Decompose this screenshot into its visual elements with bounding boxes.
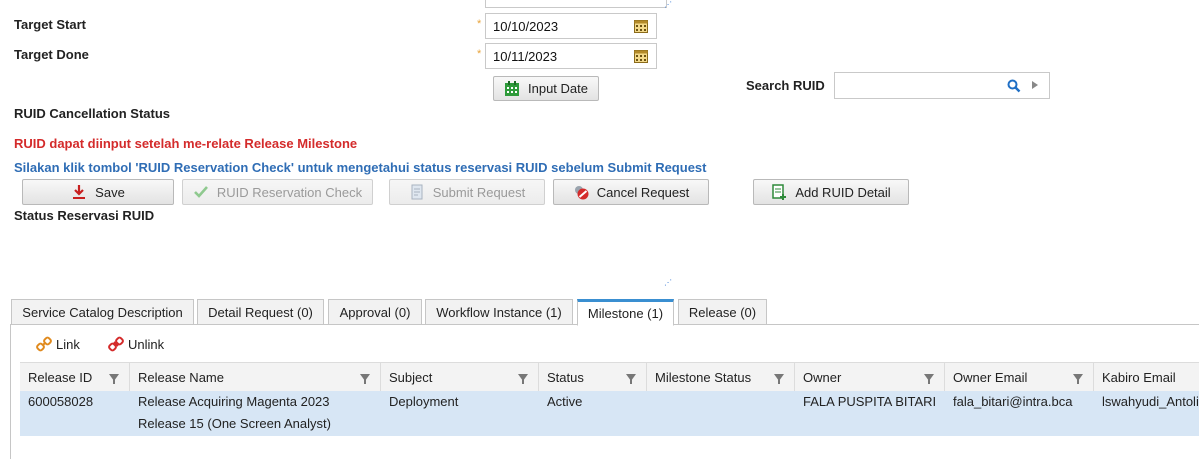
column-header-status[interactable]: Status: [539, 363, 647, 392]
unlink-button[interactable]: Unlink: [108, 336, 164, 352]
filter-icon[interactable]: [774, 374, 784, 384]
link-button[interactable]: Link: [36, 336, 80, 352]
tab-detail-request[interactable]: Detail Request (0): [197, 299, 324, 325]
info-message: Silakan klik tombol 'RUID Reservation Ch…: [14, 160, 707, 175]
calendar-grid-icon: [505, 80, 519, 96]
target-start-value: 10/10/2023: [493, 19, 559, 34]
target-done-label: Target Done: [14, 47, 89, 62]
target-start-field[interactable]: 10/10/2023: [485, 13, 657, 39]
tab-label: Release (0): [688, 304, 757, 320]
column-header-owner[interactable]: Owner: [795, 363, 945, 392]
cell-owner-email: fala_bitari@intra.bca: [953, 394, 1073, 409]
cancel-request-label: Cancel Request: [596, 184, 690, 200]
column-header-release-name[interactable]: Release Name: [130, 363, 381, 392]
column-label: Subject: [389, 370, 433, 385]
tab-label: Milestone (1): [587, 306, 664, 321]
tab-workflow-instance[interactable]: Workflow Instance (1): [425, 299, 573, 325]
ruid-cancellation-status-label: RUID Cancellation Status: [14, 106, 171, 121]
target-done-value: 10/11/2023: [493, 49, 558, 64]
tab-approval[interactable]: Approval (0): [328, 299, 422, 325]
tab-label: Detail Request (0): [208, 304, 313, 320]
column-header-kabiro-email[interactable]: Kabiro Email: [1094, 363, 1199, 392]
grid-header: Release ID Release Name Subject Status M…: [20, 362, 1199, 393]
calendar-icon[interactable]: [634, 49, 648, 63]
column-header-milestone-status[interactable]: Milestone Status: [647, 363, 795, 392]
check-icon: [193, 186, 208, 198]
column-label: Milestone Status: [655, 370, 752, 385]
unlink-icon: [108, 336, 124, 352]
search-ruid-label: Search RUID: [746, 78, 825, 93]
column-label: Owner Email: [953, 370, 1028, 385]
cancel-icon: [574, 186, 589, 200]
resize-grip-icon[interactable]: ⋰: [664, 0, 672, 9]
resize-grip-icon[interactable]: ⋰: [664, 278, 672, 287]
required-mark: *: [477, 48, 482, 60]
tab-label: Workflow Instance (1): [436, 304, 562, 320]
cell-kabiro-email: lswahyudi_Antoli: [1102, 394, 1199, 409]
cancel-request-button[interactable]: Cancel Request: [553, 179, 709, 205]
warning-message: RUID dapat diinput setelah me-relate Rel…: [14, 136, 358, 151]
search-ruid-input[interactable]: [834, 72, 1050, 99]
column-label: Kabiro Email: [1102, 370, 1176, 385]
tab-label: Service Catalog Description: [22, 304, 183, 320]
cell-release-name: Release Acquiring Magenta 2023 Release 1…: [130, 391, 381, 435]
release-name-line: Release 15 (One Screen Analyst): [138, 416, 331, 431]
tab-release[interactable]: Release (0): [678, 299, 767, 325]
ruid-reservation-check-label: RUID Reservation Check: [216, 184, 363, 200]
table-row[interactable]: 600058028 Release Acquiring Magenta 2023…: [20, 391, 1199, 436]
play-arrow-icon[interactable]: [1032, 81, 1038, 89]
status-reservasi-ruid-label: Status Reservasi RUID: [14, 208, 155, 223]
add-ruid-detail-label: Add RUID Detail: [795, 184, 891, 200]
cell-subject: Deployment: [389, 394, 459, 409]
target-done-field[interactable]: 10/11/2023: [485, 43, 657, 69]
input-date-label: Input Date: [528, 81, 588, 96]
cell-owner: FALA PUSPITA BITARI: [803, 394, 937, 409]
link-label: Link: [56, 336, 80, 352]
save-label: Save: [95, 184, 125, 200]
filter-icon[interactable]: [626, 374, 636, 384]
add-ruid-detail-button[interactable]: Add RUID Detail: [753, 179, 909, 205]
unlink-label: Unlink: [128, 336, 165, 352]
tab-label: Approval (0): [339, 304, 411, 320]
cell-status: Active: [547, 394, 583, 409]
column-header-owner-email[interactable]: Owner Email: [945, 363, 1094, 392]
filter-icon[interactable]: [924, 374, 934, 384]
cell-release-id: 600058028: [28, 394, 94, 409]
description-textarea-edge[interactable]: [485, 0, 667, 8]
filter-icon[interactable]: [109, 374, 119, 384]
tab-service-catalog-description[interactable]: Service Catalog Description: [11, 299, 194, 325]
calendar-icon[interactable]: [634, 19, 648, 33]
target-start-label: Target Start: [14, 17, 86, 32]
column-label: Release Name: [138, 370, 224, 385]
input-date-button[interactable]: Input Date: [493, 76, 599, 101]
submit-request-button[interactable]: Submit Request: [389, 179, 545, 205]
required-mark: *: [477, 18, 482, 30]
tab-milestone[interactable]: Milestone (1): [577, 299, 674, 326]
search-icon[interactable]: [1007, 79, 1021, 93]
document-icon: [411, 184, 423, 200]
filter-icon[interactable]: [1073, 374, 1083, 384]
link-icon: [36, 336, 52, 352]
save-button[interactable]: Save: [22, 179, 174, 205]
column-label: Owner: [803, 370, 842, 385]
filter-icon[interactable]: [518, 374, 528, 384]
release-name-line: Release Acquiring Magenta 2023: [138, 394, 330, 409]
submit-request-label: Submit Request: [432, 184, 526, 200]
filter-icon[interactable]: [360, 374, 370, 384]
column-header-release-id[interactable]: Release ID: [20, 363, 130, 392]
column-label: Release ID: [28, 370, 93, 385]
add-detail-icon: [772, 184, 787, 200]
download-save-icon: [73, 185, 86, 199]
column-header-subject[interactable]: Subject: [381, 363, 539, 392]
column-label: Status: [547, 370, 584, 385]
ruid-reservation-check-button[interactable]: RUID Reservation Check: [182, 179, 373, 205]
